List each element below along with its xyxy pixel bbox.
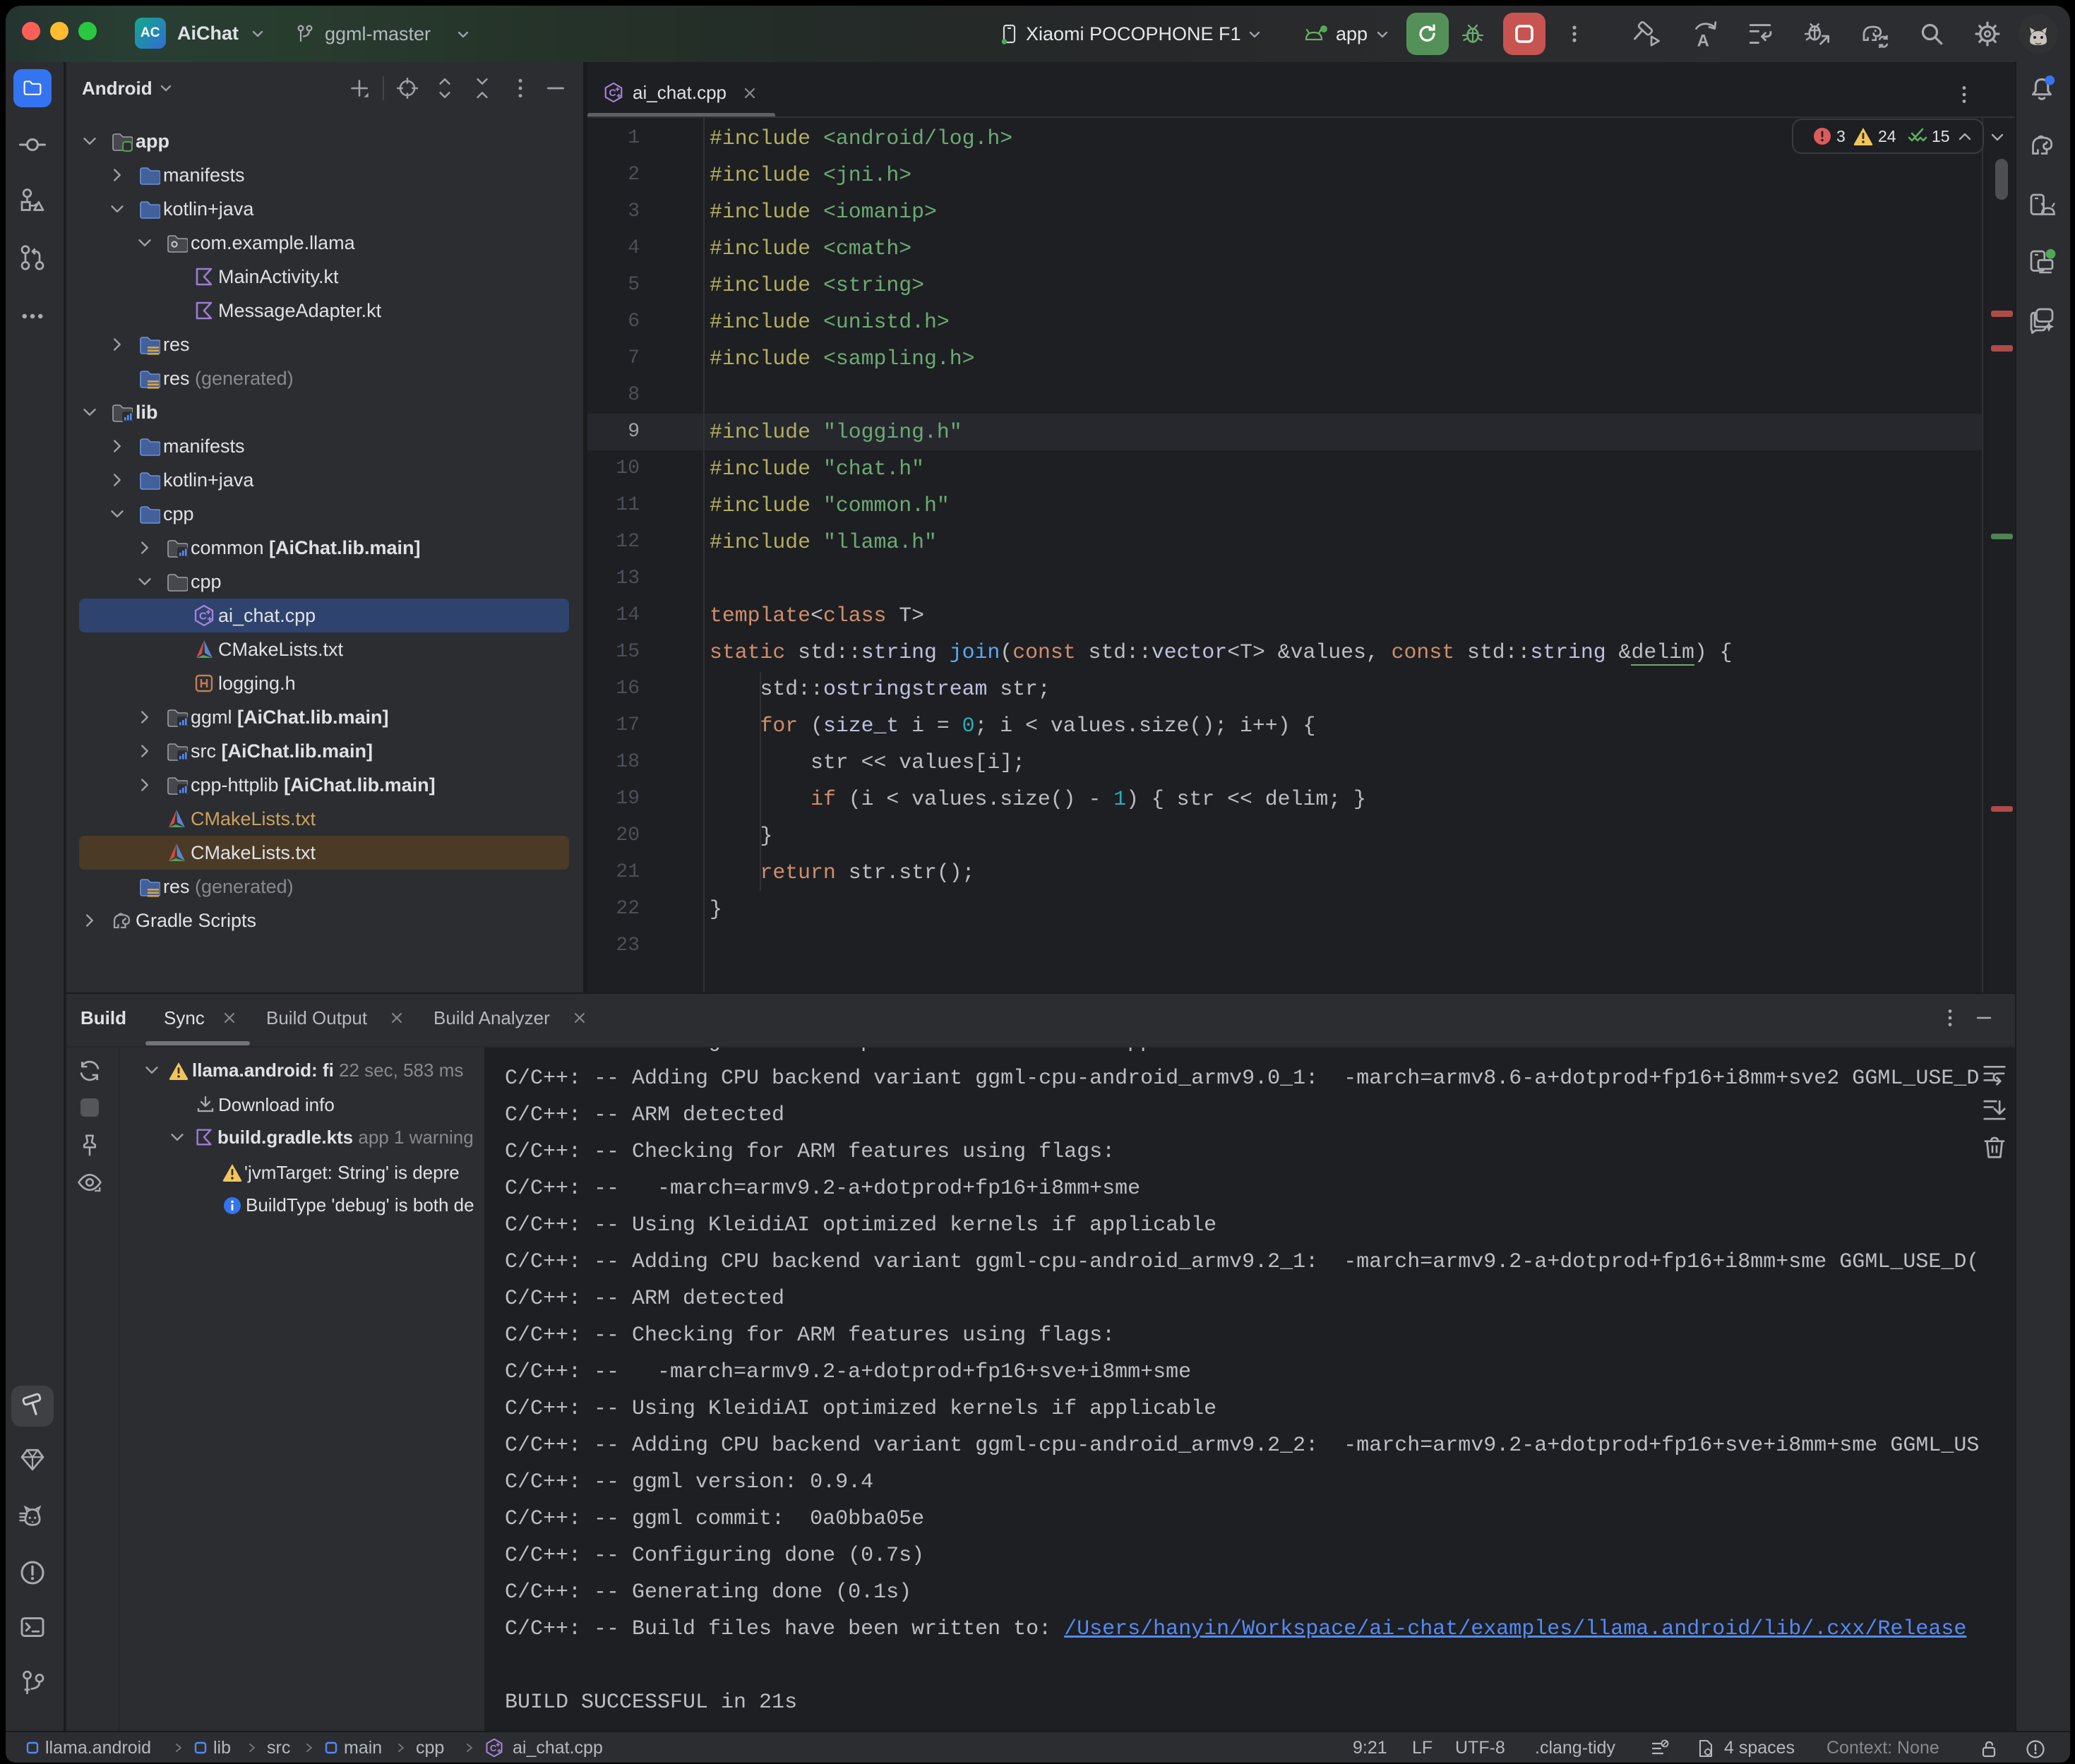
svg-text:C: C: [609, 87, 616, 98]
svg-text:C: C: [490, 1743, 497, 1753]
svg-text:A: A: [1697, 32, 1709, 49]
svg-text:C: C: [199, 611, 207, 623]
